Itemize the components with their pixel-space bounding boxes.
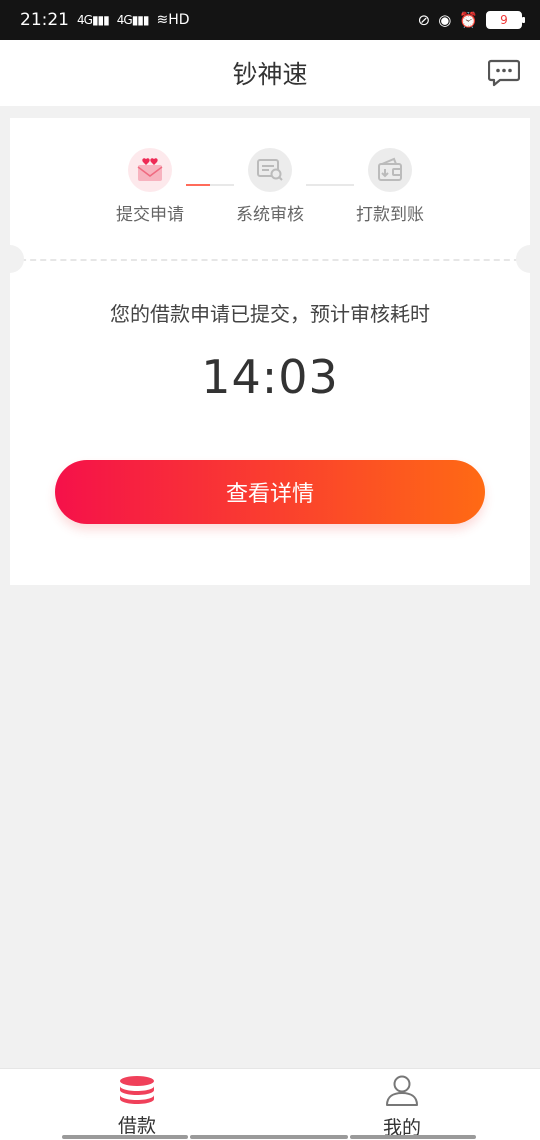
app-header: 钞神速: [0, 40, 540, 106]
status-left: 21:21 4G▮▮▮ 4G▮▮▮ ≋HD: [20, 10, 190, 30]
nfc-icon: ⊘: [417, 11, 431, 29]
nav-label: 借款: [117, 1115, 156, 1137]
signal-icon: 4G▮▮▮: [77, 13, 110, 27]
user-icon: [386, 1075, 418, 1106]
status-message: 您的借款申请已提交，预计审核耗时: [110, 302, 430, 326]
step-review: 系统审核: [210, 148, 330, 225]
coins-stack-icon: [120, 1076, 154, 1104]
nav-item-mine[interactable]: 我的: [342, 1075, 462, 1140]
progress-steps: 提交申请 系统审核 打款到账: [10, 118, 530, 248]
envelope-heart-icon: [128, 148, 172, 192]
step-payout: 打款到账: [330, 148, 450, 225]
ticket-notch-right: [516, 245, 540, 273]
step-label: 提交申请: [116, 205, 184, 225]
document-search-icon: [248, 148, 292, 192]
wallet-icon: [368, 148, 412, 192]
status-time: 21:21: [20, 10, 69, 30]
home-indicator-left: [62, 1135, 188, 1139]
battery-icon: 9: [486, 11, 525, 29]
ticket-notch-left: [0, 245, 24, 273]
wifi-icon: ≋HD: [156, 12, 190, 28]
message-button[interactable]: [487, 59, 521, 87]
dashed-divider: [10, 259, 530, 261]
application-status-card: 提交申请 系统审核 打款到账 您的借款申请已提交，预计审核耗时 14:03 查看…: [0, 118, 540, 585]
status-bar: 21:21 4G▮▮▮ 4G▮▮▮ ≋HD ⊘ ◉ ⏰ 9: [0, 0, 540, 40]
nav-item-loan[interactable]: 借款: [77, 1075, 197, 1138]
step-submit: 提交申请: [90, 148, 210, 225]
view-details-button[interactable]: 查看详情: [55, 460, 485, 524]
bottom-nav: 借款 我的: [0, 1068, 540, 1140]
home-indicator-right: [350, 1135, 476, 1139]
signal-icon-2: 4G▮▮▮: [116, 13, 150, 27]
page-title: 钞神速: [232, 60, 308, 89]
alarm-icon: ⏰: [459, 11, 478, 29]
home-indicator-center: [190, 1135, 348, 1139]
status-right: ⊘ ◉ ⏰ 9: [417, 11, 525, 29]
chat-bubble-icon: [487, 59, 521, 87]
countdown-timer: 14:03: [201, 350, 339, 404]
step-label: 系统审核: [236, 205, 304, 225]
step-label: 打款到账: [356, 205, 424, 225]
lock-icon: ◉: [438, 11, 452, 29]
